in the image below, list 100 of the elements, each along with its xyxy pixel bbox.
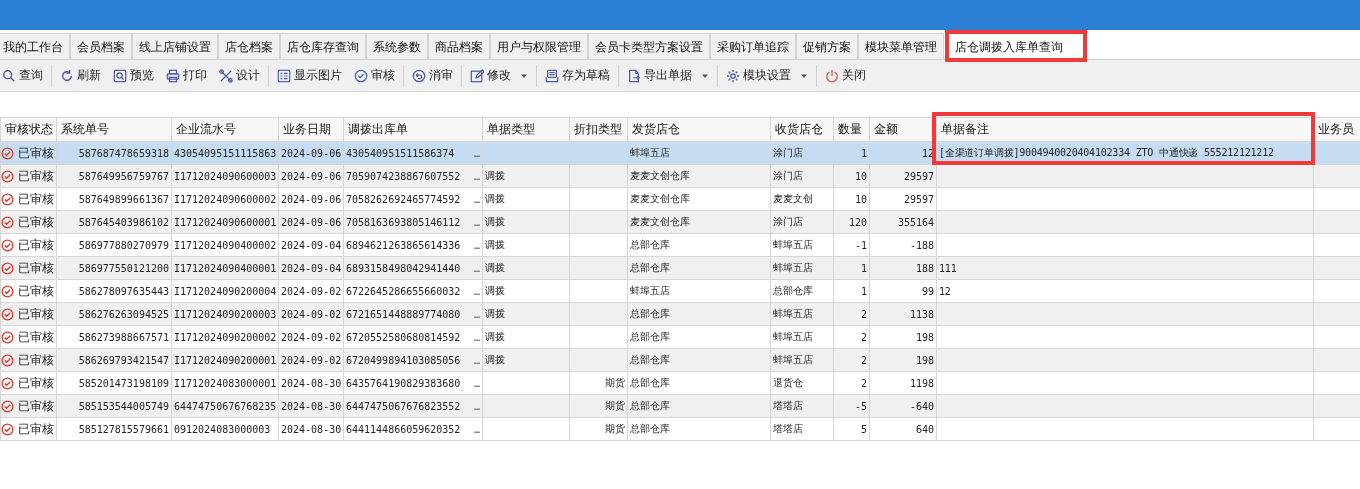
column-header[interactable]: 审核状态: [0, 117, 57, 142]
ellipsis-button[interactable]: …: [473, 193, 480, 205]
table-cell: 1: [860, 285, 867, 297]
table-cell: 调拨: [485, 331, 505, 342]
table-cell: [全渠道订单调拨]9004940020404102334 ZTO 中通快递 555212121212: [939, 147, 1274, 158]
column-header[interactable]: 企业流水号: [171, 117, 279, 142]
toolbar-button[interactable]: 显示图片: [271, 63, 348, 88]
table-cell: 188: [915, 262, 934, 274]
tab[interactable]: 会员卡类型方案设置: [588, 33, 710, 59]
table-row[interactable]: 已审核 586273988667571 I1712024090200002 2024-09-02 6720552580680814592 … 调拨 总部仓库 蚌埠五店 2 198: [0, 325, 1360, 349]
table-row[interactable]: 已审核 586278097635443 I1712024090200004 2024-09-02 6722645286655660032 … 调拨 蚌埠五店 总部仓库 1 99 12: [0, 279, 1360, 303]
table-cell: 1: [860, 262, 867, 274]
column-header[interactable]: 业务员: [1313, 117, 1360, 142]
design-icon: [219, 68, 233, 83]
table-row[interactable]: 已审核 586269793421547 I1712024090200001 2024-09-02 6720499894103085056 … 调拨 总部仓库 蚌埠五店 2 198: [0, 348, 1360, 372]
table-cell: 2024-09-04: [281, 262, 342, 274]
table-row[interactable]: 已审核 585201473198109 I1712024083000001 2024-08-30 6435764190829383680 … 期货 总部仓库 退货仓 2 1198: [0, 371, 1360, 395]
search-icon: [2, 68, 16, 83]
toolbar-button[interactable]: 审核: [348, 63, 401, 88]
table-cell: 蚌埠五店: [630, 285, 670, 296]
table-cell: 麦麦文创仓库: [630, 170, 690, 181]
tab[interactable]: 店仓档案: [218, 33, 280, 59]
ellipsis-button[interactable]: …: [473, 400, 480, 412]
toolbar-button[interactable]: 修改: [464, 63, 534, 88]
gear-icon: [726, 68, 740, 83]
table-cell: 蚌埠五店: [773, 354, 813, 365]
tab[interactable]: 会员档案: [70, 33, 132, 59]
table-cell: 2: [860, 377, 867, 389]
toolbar-button[interactable]: 存为草稿: [539, 63, 616, 88]
table-cell: 64474750676768235: [174, 400, 277, 412]
column-header[interactable]: 系统单号: [56, 117, 172, 142]
tab[interactable]: 店仓库存查询: [280, 33, 366, 59]
table-row[interactable]: 已审核 586276263094525 I1712024090200003 2024-09-02 6721651448889774080 … 调拨 总部仓库 蚌埠五店 2 1138: [0, 302, 1360, 326]
toolbar-button[interactable]: 消审: [406, 63, 459, 88]
ellipsis-button[interactable]: …: [473, 377, 480, 389]
table-row[interactable]: 已审核 587645403986102 I1712024090600001 2024-09-06 7058163693805146112 … 调拨 麦麦文创仓库 涂门店 120 355164: [0, 210, 1360, 234]
save-icon: [545, 68, 559, 83]
column-header[interactable]: 调拨出库单: [343, 117, 483, 142]
table-cell: 2024-09-06: [281, 193, 342, 205]
table-row[interactable]: 已审核 586977880270979 I1712024090400002 2024-09-04 6894621263865614336 … 调拨 总部仓库 蚌埠五店 -1 -188: [0, 233, 1360, 257]
toolbar-button[interactable]: 导出单据: [621, 63, 715, 88]
ellipsis-button[interactable]: …: [473, 354, 480, 366]
column-header[interactable]: 单据类型: [482, 117, 570, 142]
ellipsis-button[interactable]: …: [473, 262, 480, 274]
column-header[interactable]: 发货店仓: [627, 117, 771, 142]
table-cell: 587649899661367: [78, 193, 169, 205]
table-cell: I1712024083000001: [174, 377, 277, 389]
ellipsis-button[interactable]: …: [473, 285, 480, 297]
table-cell: -640: [909, 400, 934, 412]
ellipsis-button[interactable]: …: [473, 308, 480, 320]
table-row[interactable]: 已审核 587649956759767 I1712024090600003 2024-09-06 7059074238867607552 … 调拨 麦麦文创仓库 涂门店 10 29597: [0, 164, 1360, 188]
table-cell: -5: [854, 400, 867, 412]
ellipsis-button[interactable]: …: [473, 170, 480, 182]
column-header[interactable]: 金额: [869, 117, 937, 142]
table-cell: 585127815579661: [78, 423, 169, 435]
tab[interactable]: 系统参数: [366, 33, 428, 59]
table-row[interactable]: 已审核 586977550121200 I1712024090400001 2024-09-04 6893158498042941440 … 调拨 总部仓库 蚌埠五店 1 188 111: [0, 256, 1360, 280]
table-cell: 10: [854, 193, 867, 205]
column-header[interactable]: 收货店仓: [770, 117, 834, 142]
column-header[interactable]: 数量: [833, 117, 870, 142]
ellipsis-button[interactable]: …: [473, 423, 480, 435]
table-cell: 调拨: [485, 239, 505, 250]
table-cell: 2024-09-06: [281, 216, 342, 228]
table-cell: 期货: [605, 400, 625, 411]
status-text: 已审核: [18, 167, 54, 185]
tab[interactable]: 店仓调拨入库单查询: [948, 33, 1084, 59]
table-row[interactable]: 已审核 585153544005749 64474750676768235 2024-08-30 6447475067676823552 … 期货 总部仓库 塔塔店 -5 -640: [0, 394, 1360, 418]
status-text: 已审核: [18, 351, 54, 369]
table-cell: 调拨: [485, 170, 505, 181]
tab[interactable]: 采购订单追踪: [710, 33, 796, 59]
table-cell: 2024-08-30: [281, 423, 342, 435]
table-row[interactable]: 已审核 587649899661367 I1712024090600002 2024-09-06 7058262692465774592 … 调拨 麦麦文创仓库 麦麦文创 10 29597: [0, 187, 1360, 211]
toolbar-button[interactable]: 打印: [160, 63, 213, 88]
tab[interactable]: 线上店铺设置: [132, 33, 218, 59]
column-header[interactable]: 业务日期: [278, 117, 344, 142]
ellipsis-button[interactable]: …: [473, 216, 480, 228]
tab[interactable]: 用户与权限管理: [490, 33, 588, 59]
tab[interactable]: 我的工作台: [0, 33, 70, 59]
table-cell: I1712024090200002: [174, 331, 277, 343]
ellipsis-button[interactable]: …: [473, 239, 480, 251]
toolbar-button[interactable]: 预览: [107, 63, 160, 88]
toolbar-button[interactable]: 关闭: [819, 63, 872, 88]
table-cell: 586977550121200: [78, 262, 169, 274]
table-row[interactable]: 已审核 585127815579661 0912024083000003 2024-08-30 6441144866059620352 … 期货 总部仓库 塔塔店 5 640: [0, 417, 1360, 441]
column-header[interactable]: 单据备注: [936, 117, 1314, 142]
ellipsis-button[interactable]: …: [473, 331, 480, 343]
toolbar-button[interactable]: 查询: [0, 63, 49, 88]
tab[interactable]: 商品档案: [428, 33, 490, 59]
table-cell: I1712024090400002: [174, 239, 277, 251]
tab[interactable]: 模块菜单管理: [858, 33, 944, 59]
table-cell: 2024-08-30: [281, 377, 342, 389]
toolbar-button[interactable]: 设计: [213, 63, 266, 88]
tab[interactable]: 促销方案: [796, 33, 858, 59]
toolbar-button[interactable]: 刷新: [54, 63, 107, 88]
table-cell: 蚌埠五店: [773, 331, 813, 342]
table-cell: -1: [854, 239, 867, 251]
status-text: 已审核: [18, 190, 54, 208]
column-header[interactable]: 折扣类型: [569, 117, 628, 142]
toolbar-button[interactable]: 模块设置: [720, 63, 814, 88]
ellipsis-button[interactable]: …: [473, 147, 480, 159]
